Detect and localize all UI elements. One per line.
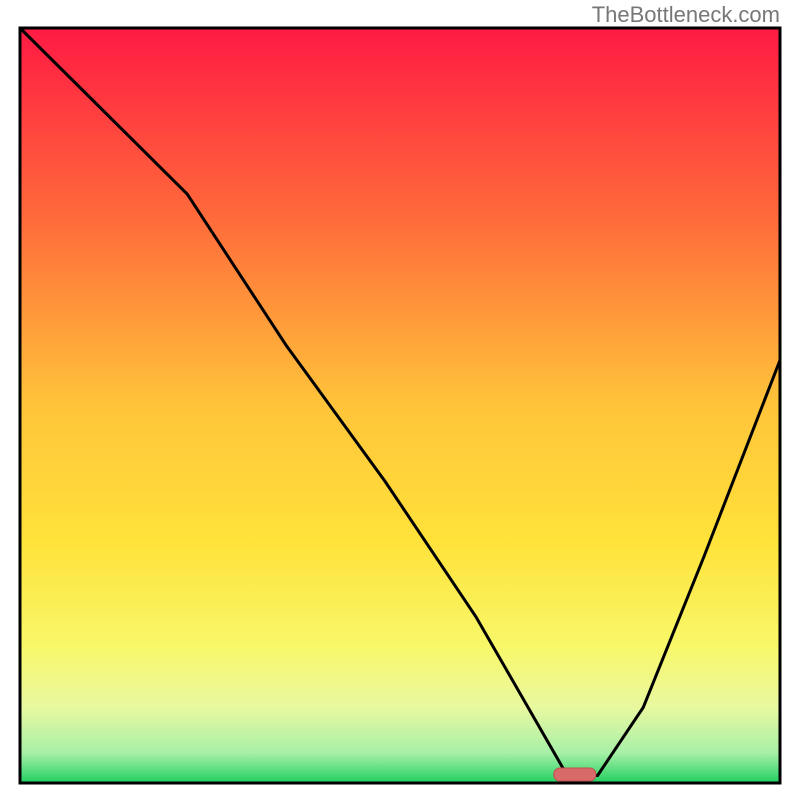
bottleneck-chart xyxy=(0,0,800,800)
watermark-text: TheBottleneck.com xyxy=(592,2,780,28)
chart-container: TheBottleneck.com xyxy=(0,0,800,800)
optimal-marker xyxy=(554,768,596,781)
